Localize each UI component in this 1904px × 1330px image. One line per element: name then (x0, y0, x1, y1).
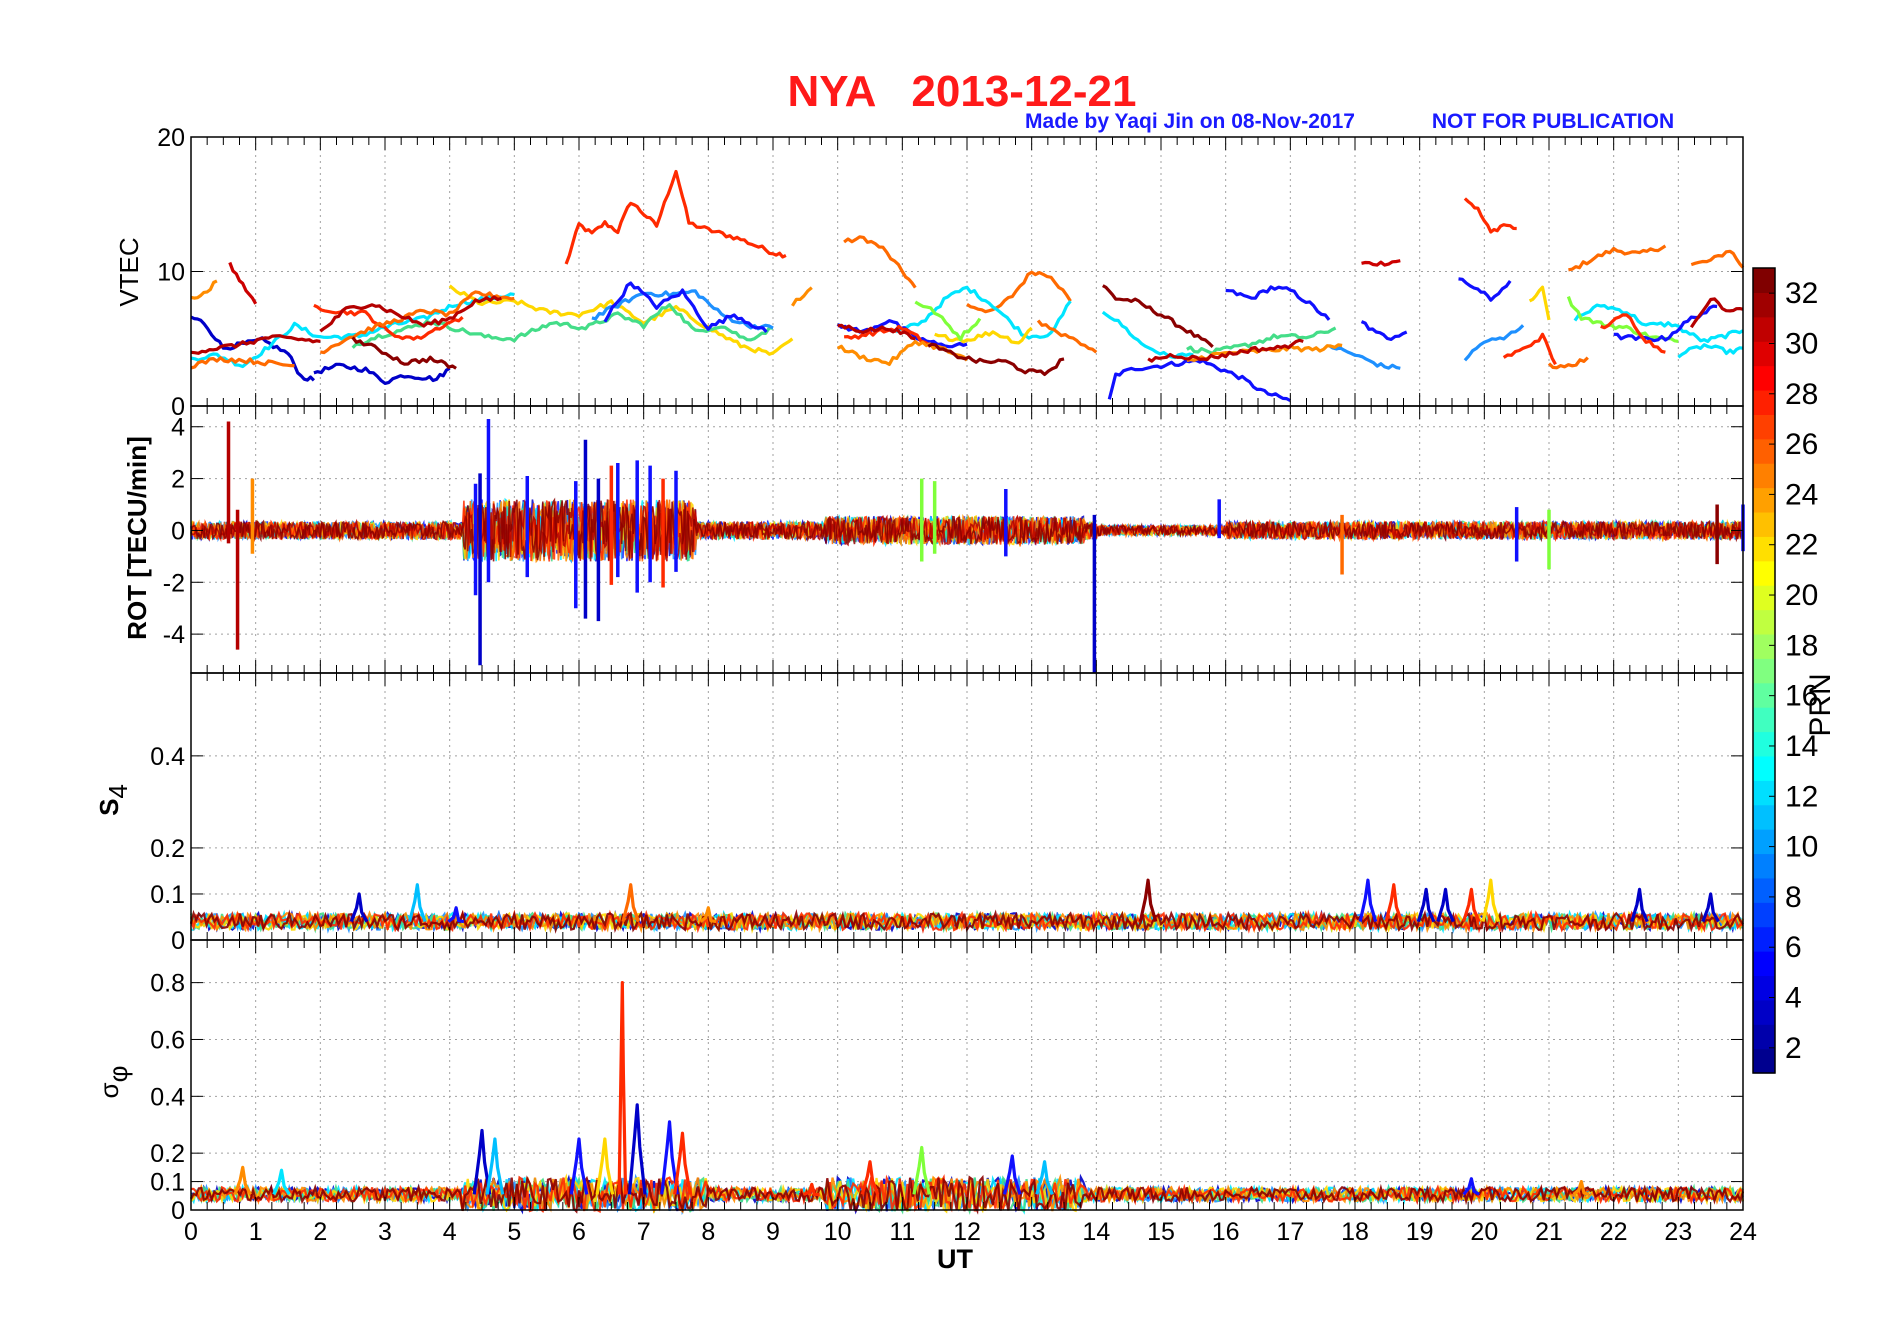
colorbar-tick-label: 6 (1785, 931, 1802, 964)
colorbar-segment (1753, 780, 1775, 806)
y-tick-label: -4 (163, 621, 185, 649)
x-tick-label: 3 (378, 1218, 392, 1246)
x-tick-label: 20 (1470, 1218, 1498, 1246)
colorbar-segment (1753, 536, 1775, 562)
y-tick-label: 20 (157, 124, 185, 152)
colorbar-tick-label: 12 (1785, 780, 1818, 813)
colorbar-tick-label: 2 (1785, 1032, 1802, 1065)
y-tick-label: 0 (171, 1197, 185, 1225)
colorbar-segment (1753, 707, 1775, 733)
x-tick-label: 24 (1729, 1218, 1757, 1246)
rot-axis-label: ROT [TECU/min] (122, 436, 152, 640)
colorbar-segment (1753, 585, 1775, 611)
colorbar-segment (1753, 438, 1775, 464)
x-tick-label: 17 (1276, 1218, 1304, 1246)
colorbar-tick-label: 10 (1785, 831, 1818, 864)
x-axis-label: UT (937, 1244, 973, 1274)
y-tick-label: 0 (171, 517, 185, 545)
x-tick-label: 19 (1406, 1218, 1434, 1246)
y-tick-label: 0.6 (150, 1026, 185, 1054)
y-tick-label: 0.2 (150, 835, 185, 863)
y-tick-label: 0.2 (150, 1140, 185, 1168)
x-tick-label: 5 (507, 1218, 521, 1246)
x-tick-label: 15 (1147, 1218, 1175, 1246)
y-tick-label: 10 (157, 259, 185, 287)
x-tick-label: 22 (1600, 1218, 1628, 1246)
x-tick-label: 23 (1664, 1218, 1692, 1246)
colorbar-segment (1753, 804, 1775, 830)
y-tick-label: 0.1 (150, 1169, 185, 1197)
x-tick-label: 2 (313, 1218, 327, 1246)
x-tick-label: 9 (766, 1218, 780, 1246)
colorbar-segment (1753, 853, 1775, 879)
colorbar-segment (1753, 731, 1775, 757)
y-tick-label: 0.4 (150, 743, 185, 771)
x-tick-label: 7 (637, 1218, 651, 1246)
x-tick-label: 4 (443, 1218, 457, 1246)
figure-background (0, 0, 1904, 1330)
colorbar-tick-label: 20 (1785, 579, 1818, 612)
y-tick-label: 0.8 (150, 970, 185, 998)
y-tick-label: -2 (163, 569, 185, 597)
colorbar-tick-label: 28 (1785, 378, 1818, 411)
colorbar-segment (1753, 609, 1775, 635)
y-tick-label: 0.1 (150, 881, 185, 909)
colorbar-segment (1753, 999, 1775, 1025)
colorbar-segment (1753, 951, 1775, 977)
colorbar-tick-label: 24 (1785, 478, 1818, 511)
colorbar-segment (1753, 463, 1775, 489)
colorbar-segment (1753, 975, 1775, 1001)
colorbar-tick-label: 8 (1785, 881, 1802, 914)
y-tick-label: 0 (171, 927, 185, 955)
colorbar-segment (1753, 487, 1775, 513)
colorbar-segment (1753, 268, 1775, 293)
y-tick-label: 2 (171, 466, 185, 494)
x-tick-label: 14 (1082, 1218, 1110, 1246)
colorbar-segment (1753, 658, 1775, 684)
colorbar-tick-label: 32 (1785, 277, 1818, 310)
x-tick-label: 0 (184, 1218, 198, 1246)
credit-text: Made by Yaqi Jin on 08-Nov-2017 (1025, 110, 1355, 133)
colorbar-segment (1753, 511, 1775, 537)
colorbar-segment (1753, 365, 1775, 391)
colorbar-segment (1753, 755, 1775, 781)
x-tick-label: 6 (572, 1218, 586, 1246)
x-tick-label: 11 (889, 1218, 915, 1246)
x-tick-label: 13 (1018, 1218, 1046, 1246)
y-tick-label: 4 (171, 414, 185, 442)
colorbar-tick-label: 30 (1785, 327, 1818, 360)
x-tick-label: 10 (824, 1218, 852, 1246)
colorbar-segment (1753, 926, 1775, 952)
colorbar-tick-label: 18 (1785, 629, 1818, 662)
vtec-axis-label: VTEC (114, 237, 144, 306)
x-tick-label: 1 (249, 1218, 263, 1246)
figure: NYA 2013-12-21 Made by Yaqi Jin on 08-No… (0, 0, 1904, 1330)
colorbar-label: PRN (1804, 673, 1837, 736)
colorbar-segment (1753, 1024, 1775, 1050)
x-tick-label: 16 (1212, 1218, 1240, 1246)
colorbar-segment (1753, 292, 1775, 318)
colorbar-segment (1753, 341, 1775, 367)
x-tick-label: 8 (701, 1218, 715, 1246)
colorbar-segment (1753, 560, 1775, 586)
chart-title: NYA 2013-12-21 (788, 67, 1137, 116)
x-tick-label: 12 (953, 1218, 981, 1246)
colorbar-segment (1753, 1048, 1775, 1074)
x-tick-label: 18 (1341, 1218, 1369, 1246)
colorbar-tick-label: 26 (1785, 428, 1818, 461)
colorbar-segment (1753, 877, 1775, 903)
colorbar-tick-label: 4 (1785, 982, 1802, 1015)
colorbar-segment (1753, 902, 1775, 928)
publication-notice: NOT FOR PUBLICATION (1432, 110, 1674, 133)
colorbar-segment (1753, 316, 1775, 342)
y-tick-label: 0.4 (150, 1083, 185, 1111)
colorbar-segment (1753, 414, 1775, 440)
colorbar-segment (1753, 633, 1775, 659)
x-tick-label: 21 (1535, 1218, 1563, 1246)
colorbar-segment (1753, 829, 1775, 855)
colorbar-tick-label: 22 (1785, 529, 1818, 562)
